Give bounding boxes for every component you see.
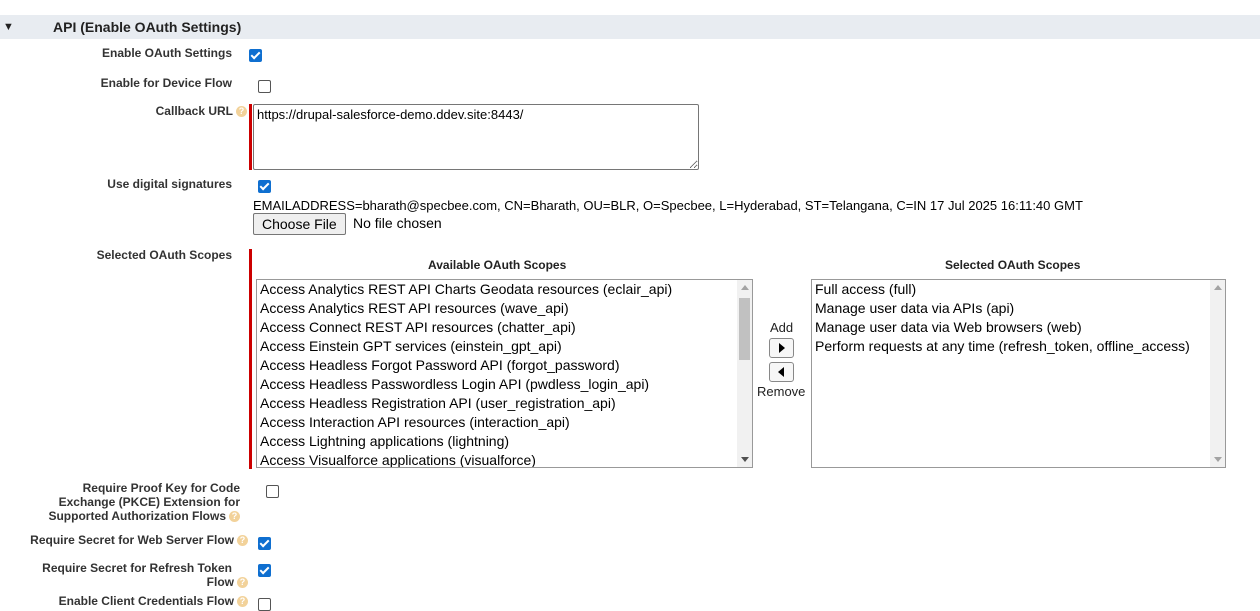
no-file-text: No file chosen (353, 215, 442, 231)
section-title: API (Enable OAuth Settings) (53, 19, 242, 35)
secret-refresh-label: Require Secret for Refresh Token Flow? (42, 561, 248, 589)
add-label: Add (770, 320, 794, 335)
pkce-checkbox[interactable] (266, 485, 279, 498)
secret-refresh-checkbox[interactable] (258, 564, 271, 577)
scope-option[interactable]: Access Connect REST API resources (chatt… (257, 318, 752, 337)
scrollbar-thumb[interactable] (739, 298, 750, 360)
selected-scopes-list[interactable]: Full access (full) Manage user data via A… (811, 279, 1226, 468)
scope-option[interactable]: Access Headless Forgot Password API (for… (257, 356, 752, 375)
arrow-left-icon (778, 367, 784, 377)
scope-option[interactable]: Access Visualforce applications (visualf… (257, 451, 752, 467)
enable-oauth-checkbox[interactable] (249, 49, 262, 62)
digital-signatures-checkbox[interactable] (258, 180, 271, 193)
available-scopes-heading: Available OAuth Scopes (428, 258, 567, 272)
client-credentials-label: Enable Client Credentials Flow? (59, 594, 248, 608)
scope-option[interactable]: Full access (full) (812, 280, 1225, 299)
scrollbar[interactable] (737, 280, 752, 467)
help-icon[interactable]: ? (237, 577, 248, 589)
scope-option[interactable]: Access Headless Passwordless Login API (… (257, 375, 752, 394)
certificate-info: EMAILADDRESS=bharath@specbee.com, CN=Bha… (253, 198, 1083, 213)
device-flow-checkbox[interactable] (258, 80, 271, 93)
device-flow-label: Enable for Device Flow (100, 76, 232, 90)
required-indicator (249, 249, 252, 469)
oauth-scopes-label: Selected OAuth Scopes (96, 248, 232, 262)
selected-scopes-heading: Selected OAuth Scopes (945, 258, 1081, 272)
add-scope-button[interactable] (769, 338, 794, 358)
scope-option[interactable]: Access Interaction API resources (intera… (257, 413, 752, 432)
scroll-down-icon[interactable] (1214, 457, 1222, 462)
digital-signatures-label: Use digital signatures (107, 177, 232, 191)
help-icon[interactable]: ? (237, 596, 248, 608)
scope-option[interactable]: Access Lightning applications (lightning… (257, 432, 752, 451)
arrow-right-icon (779, 343, 785, 353)
callback-url-input[interactable]: https://drupal-salesforce-demo.ddev.site… (253, 104, 699, 170)
pkce-label: Require Proof Key for Code Exchange (PKC… (48, 481, 240, 523)
secret-web-server-checkbox[interactable] (258, 537, 271, 550)
remove-label: Remove (757, 384, 806, 399)
scope-option[interactable]: Access Analytics REST API Charts Geodata… (257, 280, 752, 299)
help-icon[interactable]: ? (236, 106, 247, 118)
scope-option[interactable]: Manage user data via APIs (api) (812, 299, 1225, 318)
scope-option[interactable]: Access Analytics REST API resources (wav… (257, 299, 752, 318)
scope-option[interactable]: Access Headless Registration API (user_r… (257, 394, 752, 413)
triangle-down-icon[interactable]: ▼ (3, 21, 14, 33)
enable-oauth-label: Enable OAuth Settings (101, 46, 232, 60)
help-icon[interactable]: ? (229, 511, 240, 523)
section-header[interactable]: ▼ API (Enable OAuth Settings) (0, 15, 1260, 39)
scroll-up-icon[interactable] (741, 285, 749, 290)
available-scopes-list[interactable]: Access Analytics REST API Charts Geodata… (256, 279, 753, 468)
scope-option[interactable]: Manage user data via Web browsers (web) (812, 318, 1225, 337)
remove-scope-button[interactable] (769, 362, 794, 382)
choose-file-button[interactable]: Choose File (253, 213, 346, 235)
scroll-up-icon[interactable] (1214, 285, 1222, 290)
help-icon[interactable]: ? (237, 535, 248, 547)
scope-option[interactable]: Perform requests at any time (refresh_to… (812, 337, 1225, 356)
secret-web-server-label: Require Secret for Web Server Flow? (30, 533, 248, 547)
callback-url-label: Callback URL? (156, 104, 247, 118)
scrollbar[interactable] (1210, 280, 1225, 467)
required-indicator (249, 104, 252, 170)
client-credentials-checkbox[interactable] (258, 598, 271, 611)
scroll-down-icon[interactable] (741, 457, 749, 462)
scope-option[interactable]: Access Einstein GPT services (einstein_g… (257, 337, 752, 356)
